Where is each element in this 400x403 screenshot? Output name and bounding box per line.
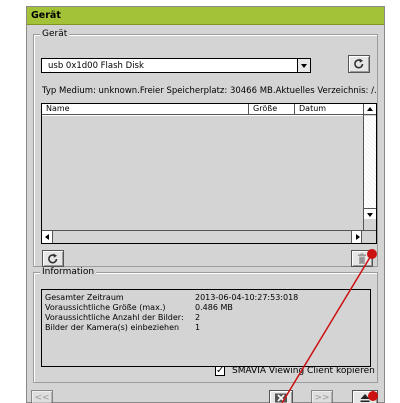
copy-client-checkbox[interactable]: ✓ [215, 365, 225, 376]
info-value-image-count: 2 [195, 313, 201, 322]
first-button-label: << [34, 393, 50, 403]
info-label-include-camera-images: Bilder der Kamera(s) einbeziehen [45, 323, 180, 332]
scroll-down-icon[interactable] [364, 208, 376, 219]
refresh-device-button[interactable] [348, 55, 370, 73]
info-label-image-count: Voraussichtliche Anzahl der Bilder: [45, 313, 184, 322]
copy-client-label[interactable]: SMAVIA Viewing Client kopieren [232, 366, 375, 376]
info-label-expected-size: Voraussichtliche Größe (max.) [45, 303, 166, 312]
eject-icon [360, 393, 370, 402]
info-value-include-camera-images: 1 [195, 323, 201, 332]
cancel-button[interactable] [269, 390, 293, 403]
device-group-legend: Gerät [40, 29, 70, 40]
cancel-x-icon [275, 393, 287, 402]
device-group: Gerät usb 0x1d00 Flash Disk Typ Medium: … [33, 29, 378, 267]
information-box: Gesamter Zeitraum 2013-06-04-10:27:53:01… [41, 289, 371, 367]
next-button[interactable]: >> [311, 390, 333, 403]
next-button-label: >> [314, 393, 330, 403]
information-group-legend: Information [40, 267, 97, 278]
refresh-icon [354, 58, 364, 69]
vertical-scrollbar[interactable] [363, 104, 376, 231]
chevron-down-icon[interactable] [297, 59, 310, 72]
column-header-name[interactable]: Name [42, 104, 249, 115]
column-header-date[interactable]: Datum [295, 104, 364, 115]
first-button[interactable]: << [31, 390, 53, 403]
eject-button[interactable] [352, 390, 378, 403]
device-select-value: usb 0x1d00 Flash Disk [48, 61, 144, 71]
table-body[interactable] [42, 116, 364, 230]
title-bar: Gerät [27, 7, 384, 25]
info-label-total-period: Gesamter Zeitraum [45, 293, 124, 302]
file-table[interactable]: Name Größe Datum [41, 103, 377, 244]
refresh-list-button[interactable] [42, 250, 64, 267]
info-value-total-period: 2013-06-04-10:27:53:018 [195, 293, 299, 302]
trash-icon [358, 253, 366, 264]
scroll-left-icon[interactable] [42, 231, 53, 243]
scroll-right-icon[interactable] [351, 231, 362, 243]
medium-status-text: Typ Medium: unknown.Freier Speicherplatz… [42, 86, 377, 96]
info-value-expected-size: 0.486 MB [195, 303, 233, 312]
checkmark-icon: ✓ [216, 365, 225, 376]
window-title: Gerät [31, 10, 61, 21]
device-select[interactable]: usb 0x1d00 Flash Disk [41, 58, 311, 73]
column-header-size[interactable]: Größe [249, 104, 295, 115]
refresh-icon [48, 253, 58, 263]
scroll-thumb[interactable] [364, 116, 376, 208]
table-header: Name Größe Datum [42, 104, 364, 115]
scroll-up-icon[interactable] [364, 104, 376, 115]
device-dialog: Gerät Gerät usb 0x1d00 Flash Disk Typ Me… [26, 6, 385, 403]
delete-button[interactable] [351, 250, 373, 267]
horizontal-scrollbar[interactable] [42, 230, 376, 243]
